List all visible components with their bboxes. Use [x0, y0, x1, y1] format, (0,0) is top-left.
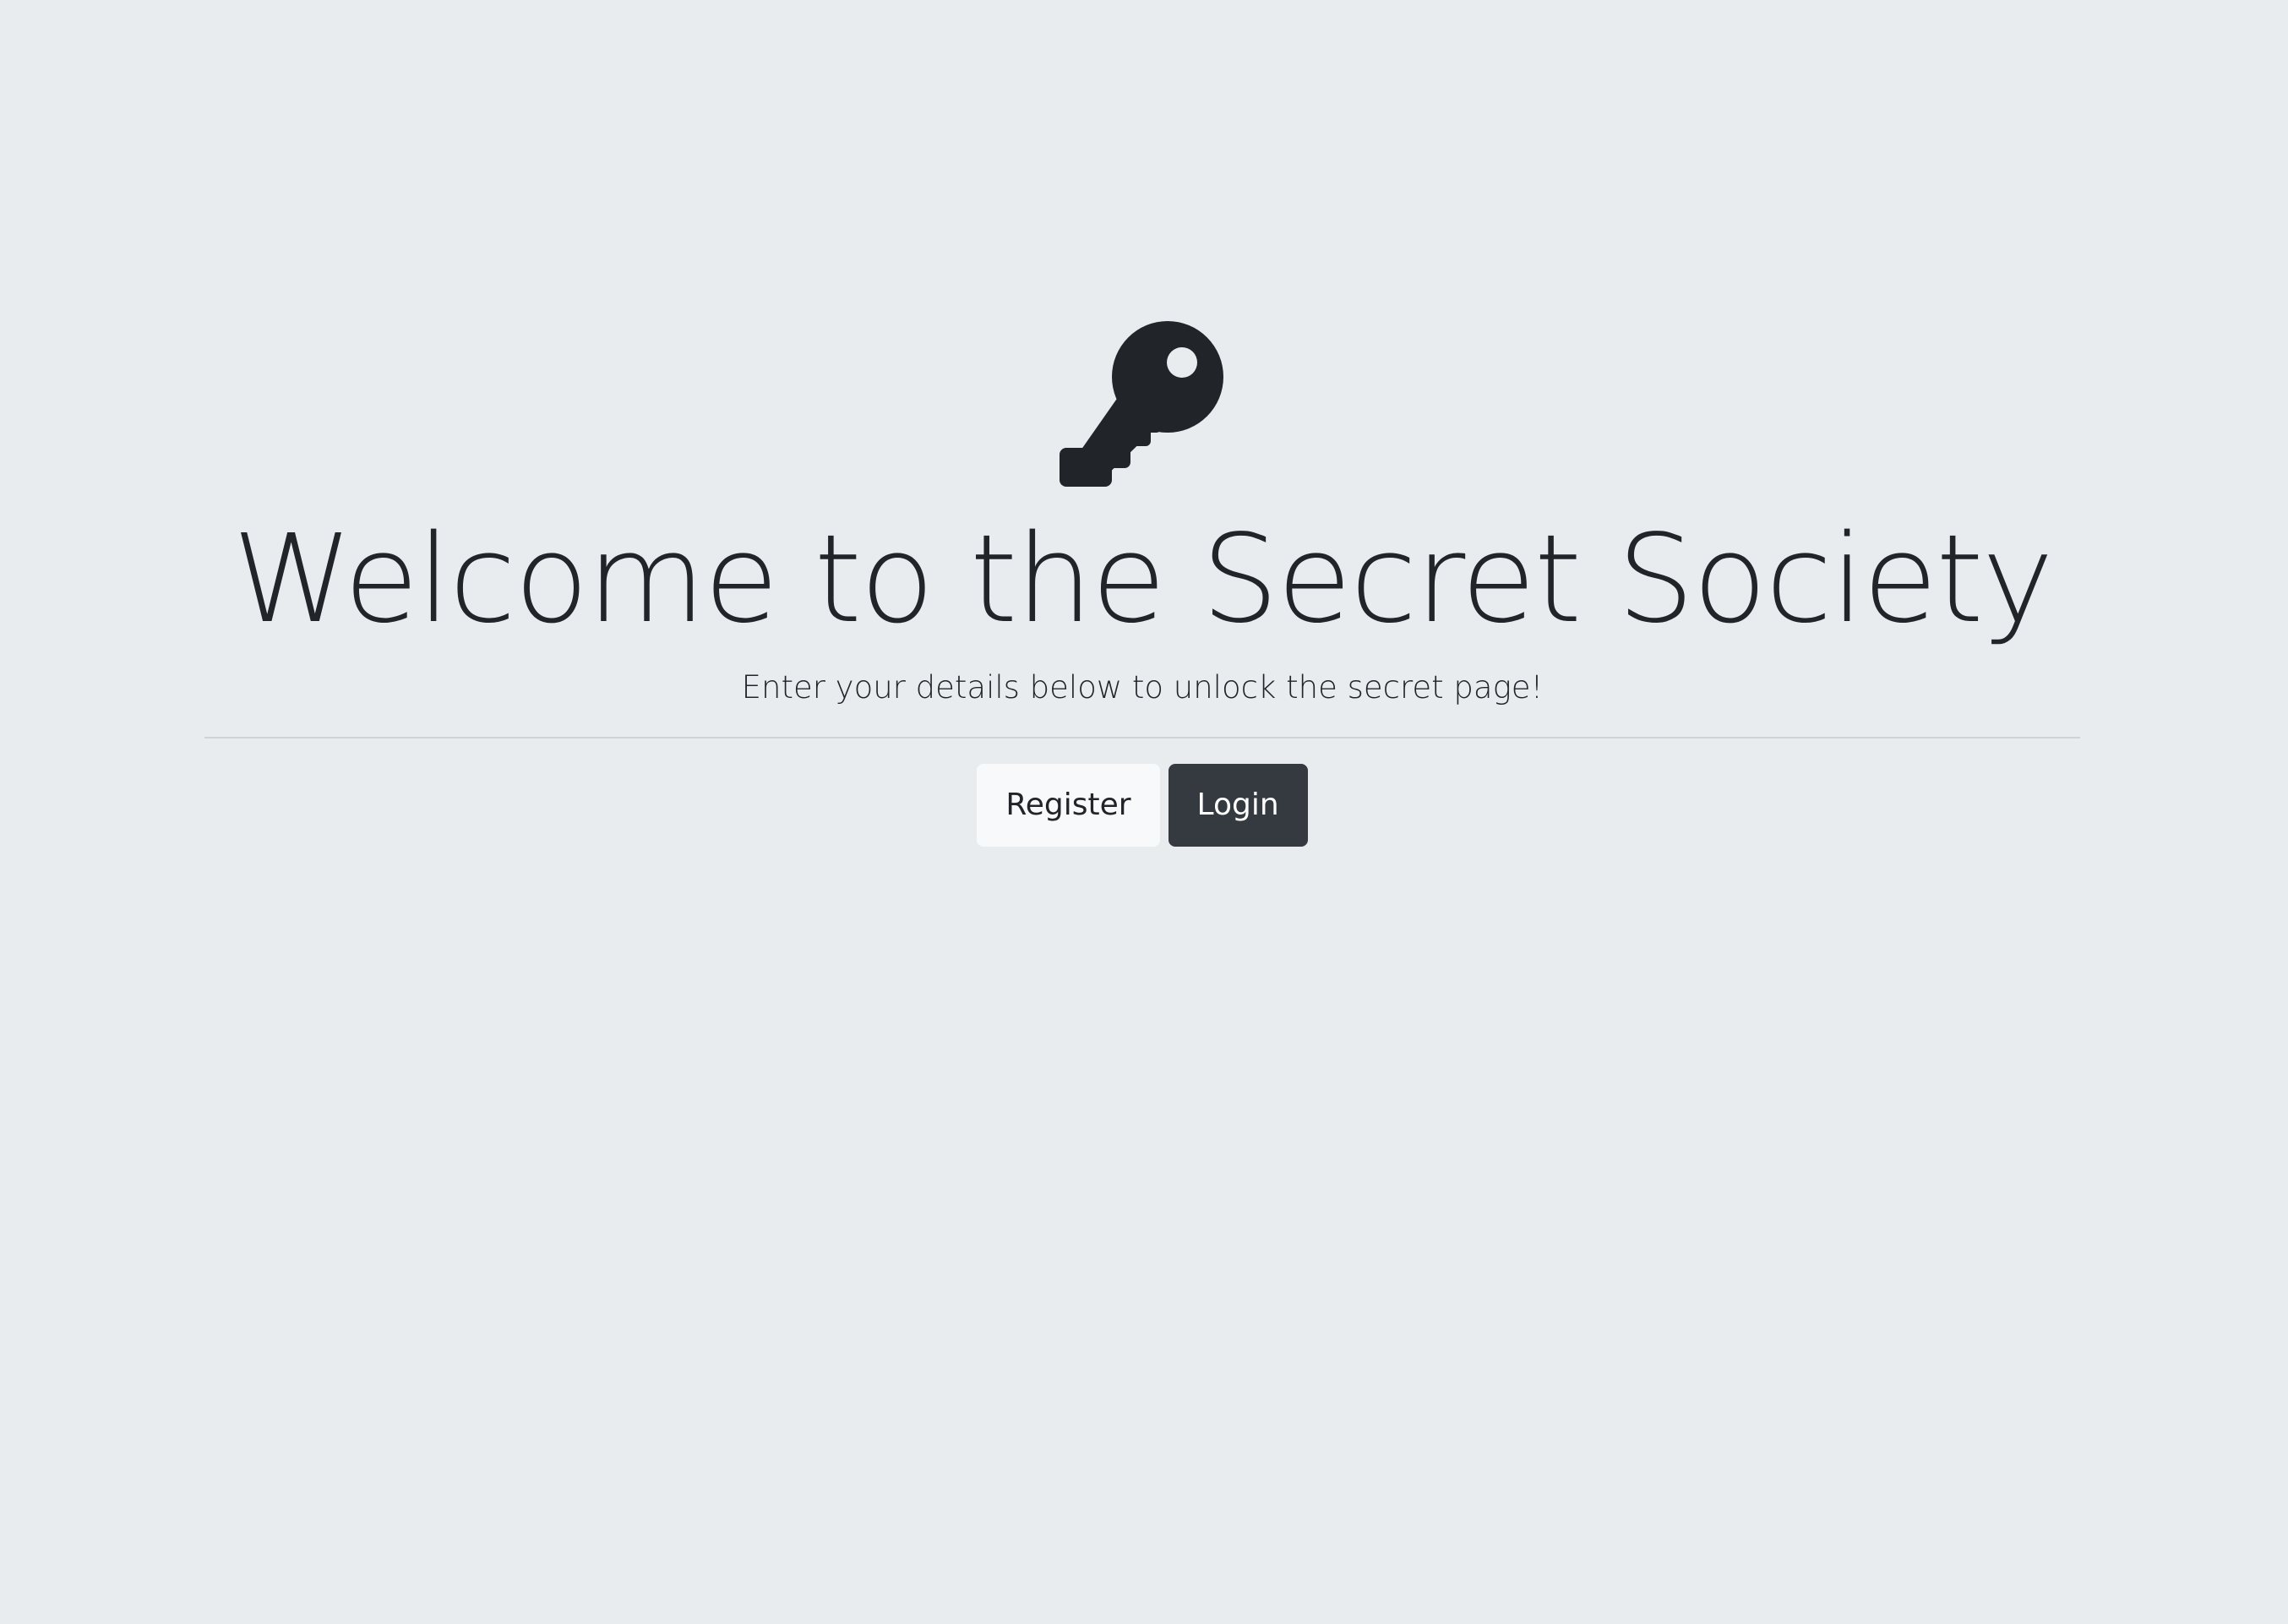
action-buttons: Register Login [204, 764, 2080, 847]
page-title: Welcome to the Secret Society [232, 508, 2054, 650]
lead-text: Enter your details below to unlock the s… [741, 669, 1544, 706]
divider [204, 737, 2080, 738]
jumbotron: Welcome to the Secret Society Enter your… [204, 321, 2080, 847]
login-button[interactable]: Login [1168, 764, 1308, 847]
key-icon [1060, 321, 1223, 487]
register-button[interactable]: Register [977, 764, 1160, 847]
